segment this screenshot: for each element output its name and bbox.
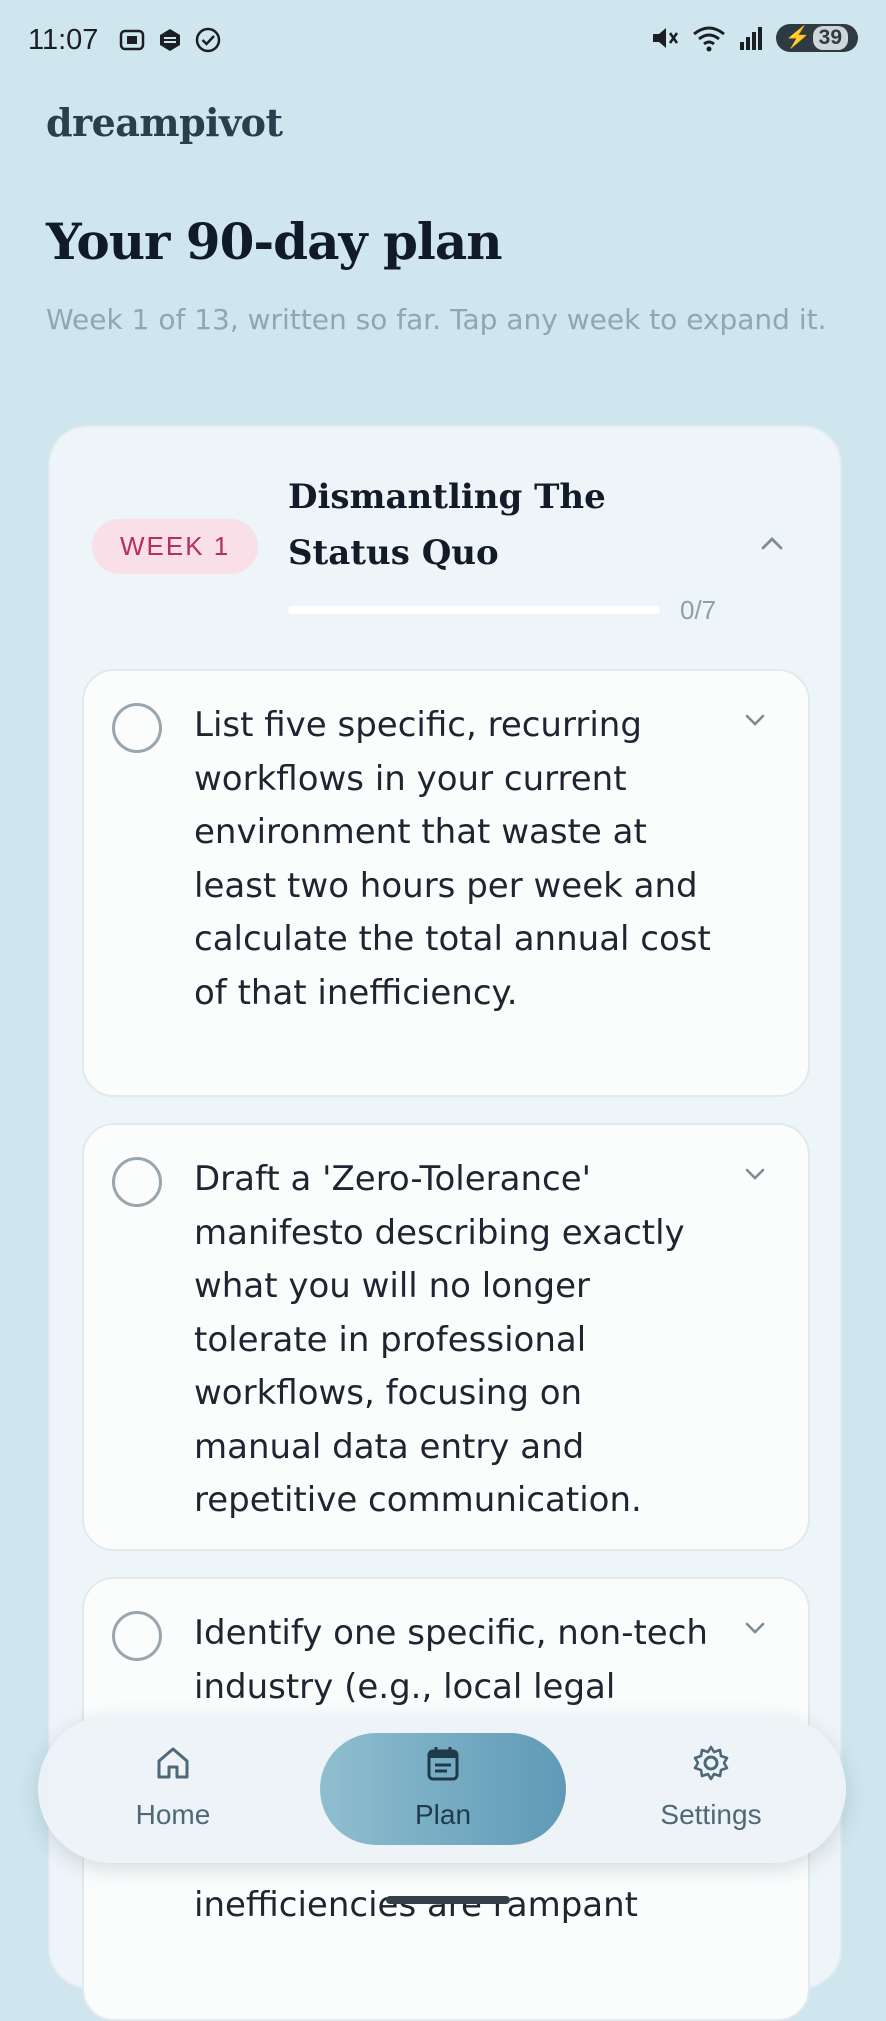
signal-icon — [740, 27, 763, 50]
task-card[interactable]: Draft a 'Zero-Tolerance' manifesto descr… — [82, 1123, 810, 1551]
week-title[interactable]: Dismantling The Status Quo — [288, 469, 708, 581]
chevron-down-icon[interactable] — [744, 713, 766, 727]
nav-settings[interactable]: Settings — [590, 1715, 832, 1863]
task-checkbox[interactable] — [112, 703, 162, 753]
wifi-icon — [693, 26, 726, 52]
page-title: Your 90-day plan — [46, 212, 503, 271]
app-notification-icon — [160, 29, 180, 51]
chevron-down-icon[interactable] — [744, 1167, 766, 1181]
mute-icon — [653, 28, 679, 48]
calendar-icon — [427, 1747, 459, 1781]
task-text: Draft a 'Zero-Tolerance' manifesto descr… — [194, 1159, 685, 1520]
battery-indicator: ⚡ 39 — [776, 24, 858, 52]
brand-logo: dreampivot — [46, 100, 283, 145]
nav-home[interactable]: Home — [52, 1715, 294, 1863]
task-checkbox[interactable] — [112, 1611, 162, 1661]
chevron-down-icon[interactable] — [744, 1621, 766, 1635]
home-icon — [157, 1747, 189, 1779]
task-text: List five specific, recurring workflows … — [194, 705, 711, 1013]
status-notification-icons — [118, 26, 222, 54]
task-card[interactable]: List five specific, recurring workflows … — [82, 669, 810, 1097]
bottom-navigation: Home Plan Settings — [38, 1715, 846, 1863]
status-time: 11:07 — [28, 24, 99, 56]
week-progress-text: 0/7 — [680, 595, 717, 625]
status-system-icons: ⚡ 39 — [650, 24, 858, 52]
nav-settings-label: Settings — [660, 1799, 762, 1830]
chevron-up-icon[interactable] — [760, 535, 784, 551]
nav-plan[interactable]: Plan — [322, 1715, 564, 1863]
nav-home-label: Home — [135, 1799, 211, 1830]
week-badge: WEEK 1 — [92, 519, 259, 574]
nav-plan-label: Plan — [414, 1799, 472, 1830]
screenshot-icon — [119, 29, 145, 51]
task-text: Identify one specific, non-tech industry… — [194, 1613, 708, 1707]
task-text-continued: inefficiencies are rampant — [194, 1885, 638, 1925]
page-subtitle: Week 1 of 13, written so far. Tap any we… — [46, 303, 827, 336]
charging-icon: ⚡ — [784, 26, 811, 49]
week-progress-bar — [288, 606, 660, 614]
battery-level: 39 — [812, 26, 848, 50]
task-checkbox[interactable] — [112, 1157, 162, 1207]
home-indicator[interactable] — [386, 1896, 510, 1904]
check-circle-icon — [195, 27, 221, 53]
gear-icon — [693, 1745, 729, 1781]
status-bar: 11:07 ⚡ 39 — [0, 0, 886, 86]
